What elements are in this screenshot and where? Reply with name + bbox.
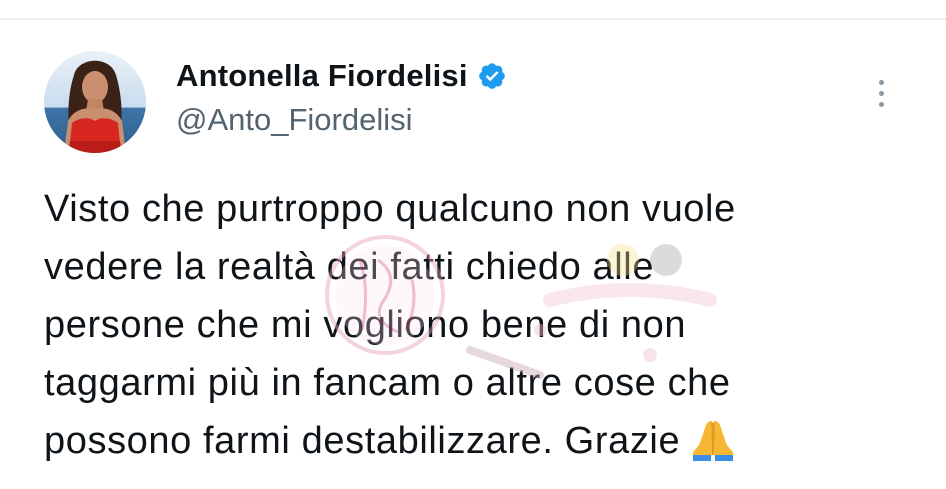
user-name-row[interactable]: Antonella Fiordelisi xyxy=(176,56,507,96)
tweet-text-line: vedere la realtà dei fatti chiedo alle xyxy=(44,246,655,288)
user-handle[interactable]: @Anto_Fiordelisi xyxy=(176,102,413,138)
more-icon-dot xyxy=(878,101,884,107)
tweet-text-line: taggarmi più in fancam o altre cose che xyxy=(44,362,731,404)
tweet-text-line: persone che mi vogliono bene di non xyxy=(44,304,687,346)
avatar[interactable] xyxy=(44,51,146,153)
tweet-card[interactable]: Antonella Fiordelisi @Anto_Fiordelisi Vi… xyxy=(0,20,946,489)
tweet-text-line: Visto che purtroppo qualcuno non vuole xyxy=(44,188,736,230)
tweet-text-line: possono farmi destabilizzare. Grazie xyxy=(44,420,681,462)
more-icon-dot xyxy=(878,90,884,96)
more-options-button[interactable] xyxy=(868,73,894,113)
folded-hands-emoji-icon xyxy=(690,417,736,461)
tweet-text-line-last: possono farmi destabilizzare. Grazie xyxy=(44,412,924,470)
verified-badge-icon xyxy=(477,61,507,91)
display-name[interactable]: Antonella Fiordelisi xyxy=(176,58,468,94)
more-icon-dot xyxy=(878,79,884,85)
tweet-text: Visto che purtroppo qualcuno non vuole v… xyxy=(44,180,924,470)
